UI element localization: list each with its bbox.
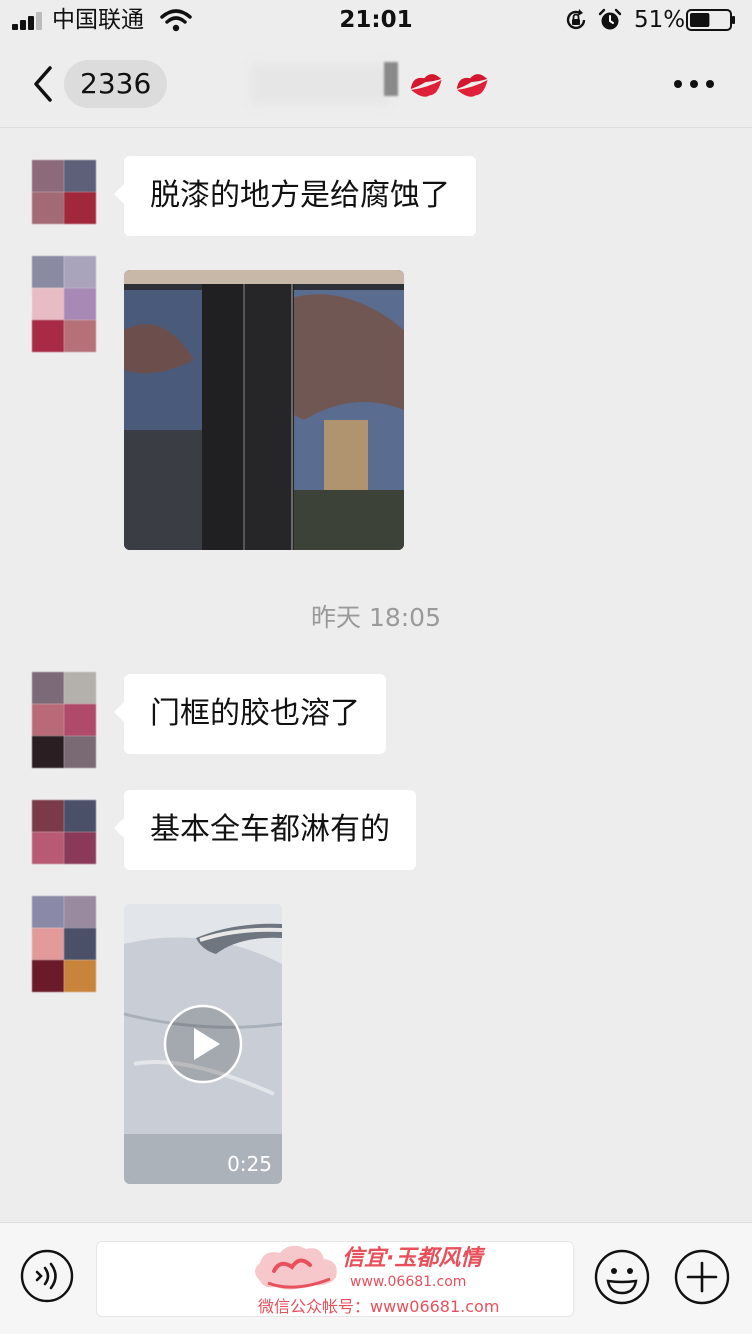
voice-input-icon[interactable] [20,1249,74,1303]
rotation-lock-icon [566,9,586,30]
site-watermark: 信宜·玉都风情 www.06681.com 微信公众帐号：www06681.co… [250,1241,510,1321]
unread-count-badge[interactable]: 2336 [64,60,168,108]
watermark-url: www.06681.com [350,1274,467,1290]
chat-title-blurred [250,64,390,104]
more-options-icon[interactable] [670,74,718,94]
emoji-icon[interactable] [594,1249,650,1305]
add-more-icon[interactable] [674,1249,730,1305]
kiss-mark-icon [410,74,442,97]
sender-avatar[interactable] [32,896,96,992]
kiss-mark-icon [456,74,488,97]
chat-input-bar: 信宜·玉都风情 www.06681.com 微信公众帐号：www06681.co… [0,1222,752,1334]
alarm-clock-icon [598,8,622,30]
sender-avatar[interactable] [32,672,96,768]
message-bubble[interactable]: 门框的胶也溶了 [114,674,386,754]
message-bubble[interactable]: 脱漆的地方是给腐蚀了 [114,156,476,236]
message-bubble[interactable]: 基本全车都淋有的 [114,790,416,870]
chat-header: 2336 [0,40,752,128]
sender-avatar[interactable] [32,256,96,352]
chat-title-mosaic [384,62,398,96]
message-time-separator: 昨天 18:05 [311,603,441,632]
cloud-logo-icon [255,1245,337,1290]
sender-avatar[interactable] [32,160,96,224]
battery-icon [686,9,735,31]
sender-avatar[interactable] [32,800,96,864]
video-message[interactable]: 0:25 [124,904,282,1184]
play-icon[interactable] [162,1003,244,1085]
back-chevron-icon[interactable] [28,62,58,106]
video-duration: 0:25 [227,1152,272,1176]
car-door-photo-message[interactable] [124,270,404,550]
watermark-account: 微信公众帐号：www06681.com [258,1297,500,1316]
battery-percentage: 51% [634,7,686,33]
status-bar: 中国联通 21:01 51% [0,0,752,40]
watermark-brand: 信宜·玉都风情 [342,1246,483,1271]
